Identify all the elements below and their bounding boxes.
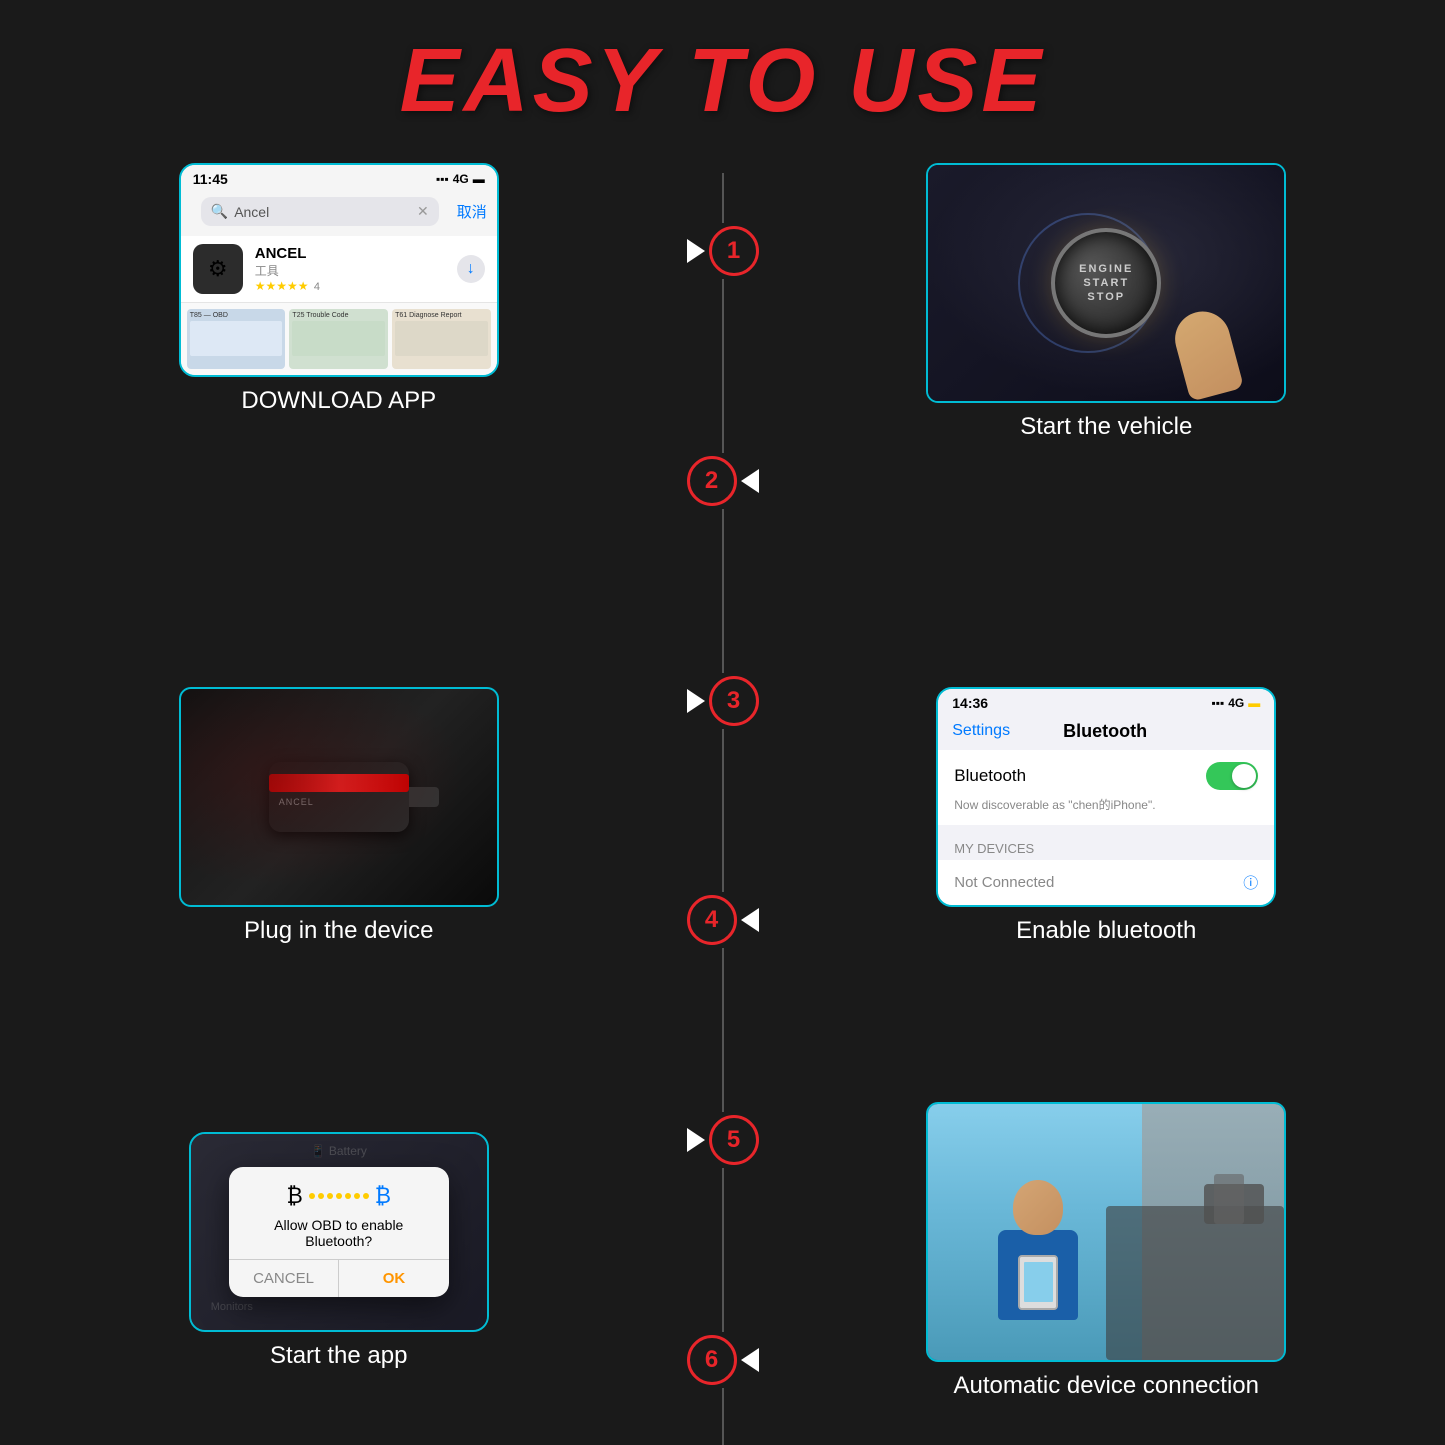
network-type: 4G (453, 172, 469, 186)
step2-number: 2 (687, 456, 737, 506)
arrow-6 (741, 1348, 759, 1372)
allow-bluetooth-dialog: 📱 Battery Monitors ₿ (189, 1132, 489, 1332)
arrow-4 (741, 908, 759, 932)
screenshot-3: T61 Diagnose Report (392, 309, 491, 369)
step6-node: 6 (687, 1332, 759, 1388)
step1-label: DOWNLOAD APP (241, 387, 436, 415)
battery-icon: ▬ (473, 172, 485, 186)
step5-number: 5 (709, 1115, 759, 1165)
step4-number: 4 (687, 895, 737, 945)
app-store-screenshot: 11:45 ▪▪▪ 4G ▬ 🔍 Ancel ✕ (179, 163, 499, 377)
bluetooth-toggle[interactable] (1206, 762, 1258, 790)
step3-number: 3 (709, 676, 759, 726)
arrow-2 (741, 469, 759, 493)
step5-node: 5 (687, 1112, 759, 1168)
cancel-search-button[interactable]: 取消 (457, 201, 487, 222)
arrow-3 (687, 689, 705, 713)
step6-label: Automatic device connection (953, 1372, 1259, 1400)
search-text: Ancel (234, 204, 269, 220)
step3-node: 3 (687, 673, 759, 729)
app-category: 工具 (255, 262, 445, 279)
ok-dialog-button[interactable]: OK (339, 1260, 449, 1297)
center-timeline: 1 2 3 (673, 153, 773, 1445)
left-column: 11:45 ▪▪▪ 4G ▬ 🔍 Ancel ✕ (0, 153, 673, 1445)
right-column: ENGINE START STOP Start the vehicle (773, 153, 1445, 1445)
bt-screen-time: 14:36 (952, 695, 988, 711)
bt-discoverable-text: Now discoverable as "chen的iPhone". (954, 796, 1258, 813)
search-icon: 🔍 (211, 203, 228, 220)
step3-label: Plug in the device (244, 917, 433, 945)
screenshot-2: T25 Trouble Code (289, 309, 388, 369)
device-status: Not Connected (954, 874, 1054, 891)
timeline-spine (722, 173, 724, 1445)
step1-node: 1 (687, 223, 759, 279)
app-name: ANCEL (255, 245, 445, 262)
step1-number: 1 (709, 226, 759, 276)
bluetooth-left-icon: ₿ (286, 1183, 302, 1209)
obd-device-image: ANCEL (179, 687, 499, 907)
download-button[interactable]: ↓ (457, 255, 485, 283)
app-rating: ★★★★★ 4 (255, 279, 445, 293)
bt-network: 4G (1228, 696, 1244, 710)
clear-icon: ✕ (417, 203, 429, 220)
bt-screen-title: Bluetooth (1063, 721, 1147, 742)
device-info-icon[interactable]: ⓘ (1243, 872, 1258, 893)
mechanic-image (926, 1102, 1286, 1362)
screenshot-1: T85 — OBD (187, 309, 286, 369)
step4-label: Enable bluetooth (1016, 917, 1196, 945)
step6-number: 6 (687, 1335, 737, 1385)
step5-label: Start the app (270, 1342, 407, 1370)
engine-text-2: START (1083, 277, 1129, 289)
dialog-text: Allow OBD to enable Bluetooth? (243, 1217, 435, 1249)
step1-card: 11:45 ▪▪▪ 4G ▬ 🔍 Ancel ✕ (20, 153, 658, 598)
bluetooth-right-icon: ₿ (375, 1183, 391, 1209)
bt-back-button[interactable]: Settings (952, 722, 1010, 740)
arrow-5 (687, 1128, 705, 1152)
phone-time: 11:45 (193, 171, 228, 187)
bt-battery: ▬ (1248, 696, 1260, 710)
bt-label: Bluetooth (954, 766, 1026, 786)
ancel-app-icon: ⚙ (193, 244, 243, 294)
bluetooth-settings-screenshot: 14:36 ▪▪▪ 4G ▬ Settings Bluetooth (936, 687, 1276, 907)
signal-bars: ▪▪▪ (436, 172, 449, 186)
step2-card: ENGINE START STOP Start the vehicle (788, 153, 1426, 598)
bt-signal: ▪▪▪ (1211, 696, 1224, 710)
step5-card: 📱 Battery Monitors ₿ (20, 1033, 658, 1445)
cancel-dialog-button[interactable]: CANCEL (229, 1260, 340, 1297)
main-container: EASY TO USE 11:45 ▪▪▪ 4G ▬ (0, 0, 1445, 1445)
step6-card: Automatic device connection (788, 1033, 1426, 1445)
step4-card: 14:36 ▪▪▪ 4G ▬ Settings Bluetooth (788, 598, 1426, 1033)
step4-node: 4 (687, 892, 759, 948)
engine-text-1: ENGINE (1079, 263, 1133, 275)
step2-label: Start the vehicle (1020, 413, 1192, 441)
step2-node: 2 (687, 453, 759, 509)
step3-card: ANCEL Plug in the device (20, 598, 658, 1033)
my-devices-header: MY DEVICES (938, 833, 1274, 860)
engine-start-image: ENGINE START STOP (926, 163, 1286, 403)
page-title: EASY TO USE (0, 0, 1445, 153)
engine-text-3: STOP (1087, 291, 1125, 303)
arrow-1 (687, 239, 705, 263)
